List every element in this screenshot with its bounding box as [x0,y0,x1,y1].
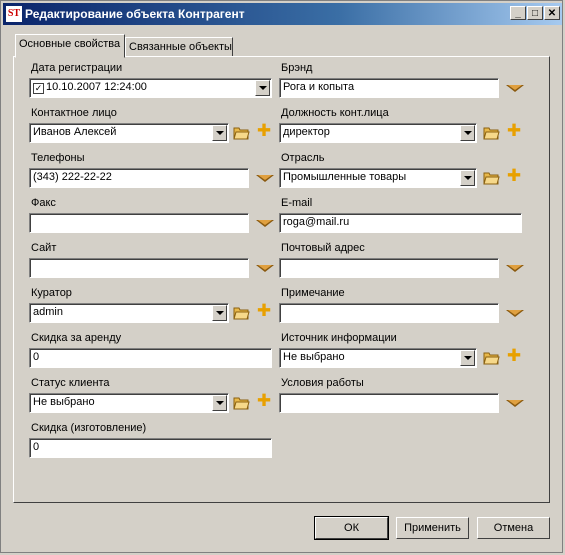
chevron-down-icon[interactable] [460,170,475,186]
dropdown-arrow-icon[interactable] [255,219,275,229]
open-folder-icon[interactable] [483,171,500,185]
postal-label: Почтовый адрес [281,242,365,254]
add-plus-icon[interactable]: ✚ [506,123,522,140]
rent-discount-label: Скидка за аренду [31,332,122,344]
email-field[interactable]: roga@mail.ru [279,213,522,233]
phones-field[interactable]: (343) 222-22-22 [29,168,249,188]
title-bar[interactable]: ST Редактирование объекта Контрагент _ □… [3,3,562,25]
dropdown-arrow-icon[interactable] [505,84,525,94]
apply-button[interactable]: Применить [396,517,469,539]
site-label: Сайт [31,242,57,254]
contact-select[interactable]: Иванов Алексей [29,123,229,143]
open-folder-icon[interactable] [483,351,500,365]
client-status-select[interactable]: Не выбрано [29,393,229,413]
site-field[interactable] [29,258,249,278]
industry-select[interactable]: Промышленные товары [279,168,477,188]
info-source-label: Источник информации [281,332,397,344]
contact-position-select[interactable]: директор [279,123,477,143]
add-plus-icon[interactable]: ✚ [506,348,522,365]
dropdown-arrow-icon[interactable] [505,309,525,319]
add-plus-icon[interactable]: ✚ [256,393,272,410]
dropdown-arrow-icon[interactable] [505,264,525,274]
curator-label: Куратор [31,287,72,299]
tab-main-properties[interactable]: Основные свойства [15,34,125,58]
rent-discount-field[interactable]: 0 [29,348,272,368]
brand-label: Брэнд [281,62,313,74]
reg-date-picker[interactable]: ✓ 10.10.2007 12:24:00 [29,78,272,98]
ok-button[interactable]: ОК [314,516,389,540]
maximize-button[interactable]: □ [527,6,543,20]
mfg-discount-field[interactable]: 0 [29,438,272,458]
reg-date-checkbox[interactable]: ✓ [33,83,44,94]
mfg-discount-label: Скидка (изготовление) [31,422,147,434]
industry-label: Отрасль [281,152,325,164]
tab-related-objects[interactable]: Связанные объекты [125,37,233,57]
brand-field[interactable]: Рога и копыта [279,78,499,98]
postal-field[interactable] [279,258,499,278]
chevron-down-icon[interactable] [212,305,227,321]
work-conditions-label: Условия работы [281,377,364,389]
curator-select[interactable]: admin [29,303,229,323]
close-button[interactable]: ✕ [544,6,560,20]
note-label: Примечание [281,287,345,299]
dropdown-arrow-icon[interactable] [255,174,275,184]
add-plus-icon[interactable]: ✚ [256,303,272,320]
chevron-down-icon[interactable] [212,395,227,411]
open-folder-icon[interactable] [233,306,250,320]
note-field[interactable] [279,303,499,323]
chevron-down-icon[interactable] [460,125,475,141]
add-plus-icon[interactable]: ✚ [256,123,272,140]
dropdown-arrow-icon[interactable] [505,399,525,409]
open-folder-icon[interactable] [233,396,250,410]
contact-label: Контактное лицо [31,107,117,119]
fax-field[interactable] [29,213,249,233]
client-status-label: Статус клиента [31,377,110,389]
chevron-down-icon[interactable] [460,350,475,366]
window-title: Редактирование объекта Контрагент [25,7,245,21]
chevron-down-icon[interactable] [212,125,227,141]
fax-label: Факс [31,197,56,209]
open-folder-icon[interactable] [233,126,250,140]
info-source-select[interactable]: Не выбрано [279,348,477,368]
work-conditions-field[interactable] [279,393,499,413]
phones-label: Телефоны [31,152,85,164]
minimize-button[interactable]: _ [510,6,526,20]
reg-date-label: Дата регистрации [31,62,123,74]
contact-position-label: Должность конт.лица [281,107,389,119]
open-folder-icon[interactable] [483,126,500,140]
dropdown-arrow-icon[interactable] [255,264,275,274]
dialog-window: ST Редактирование объекта Контрагент _ □… [0,0,563,553]
cancel-button[interactable]: Отмена [477,517,550,539]
email-label: E-mail [281,197,313,209]
chevron-down-icon[interactable] [255,80,270,96]
add-plus-icon[interactable]: ✚ [506,168,522,185]
app-logo-icon: ST [6,6,22,22]
